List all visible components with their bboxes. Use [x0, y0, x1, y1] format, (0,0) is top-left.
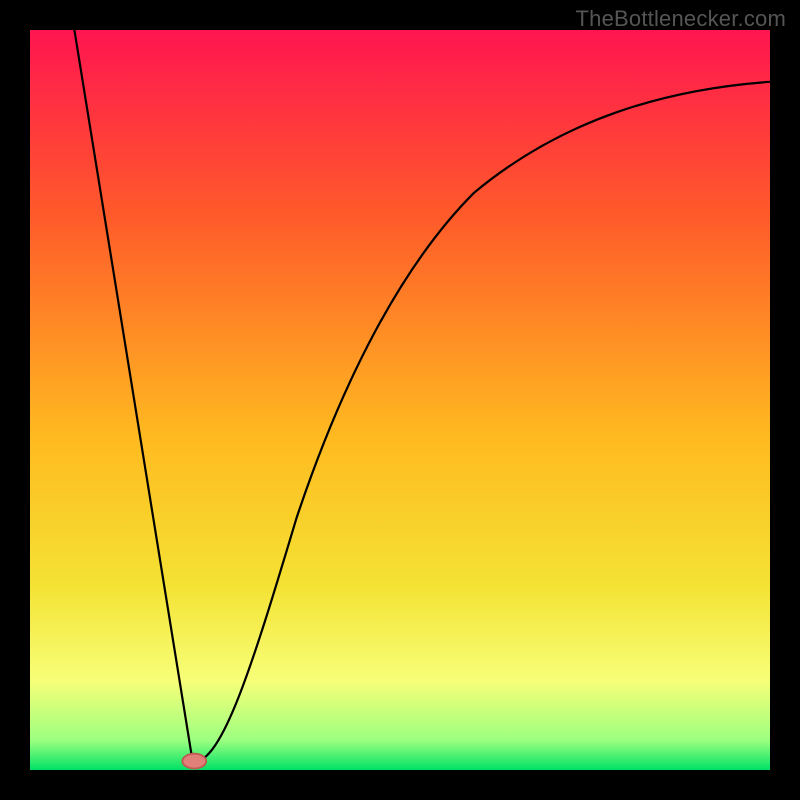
gradient-background: [30, 30, 770, 770]
chart-frame: TheBottlenecker.com: [0, 0, 800, 800]
optimal-point-marker: [182, 754, 206, 769]
watermark-text: TheBottlenecker.com: [576, 6, 786, 32]
chart-svg: [30, 30, 770, 770]
plot-area: [30, 30, 770, 770]
